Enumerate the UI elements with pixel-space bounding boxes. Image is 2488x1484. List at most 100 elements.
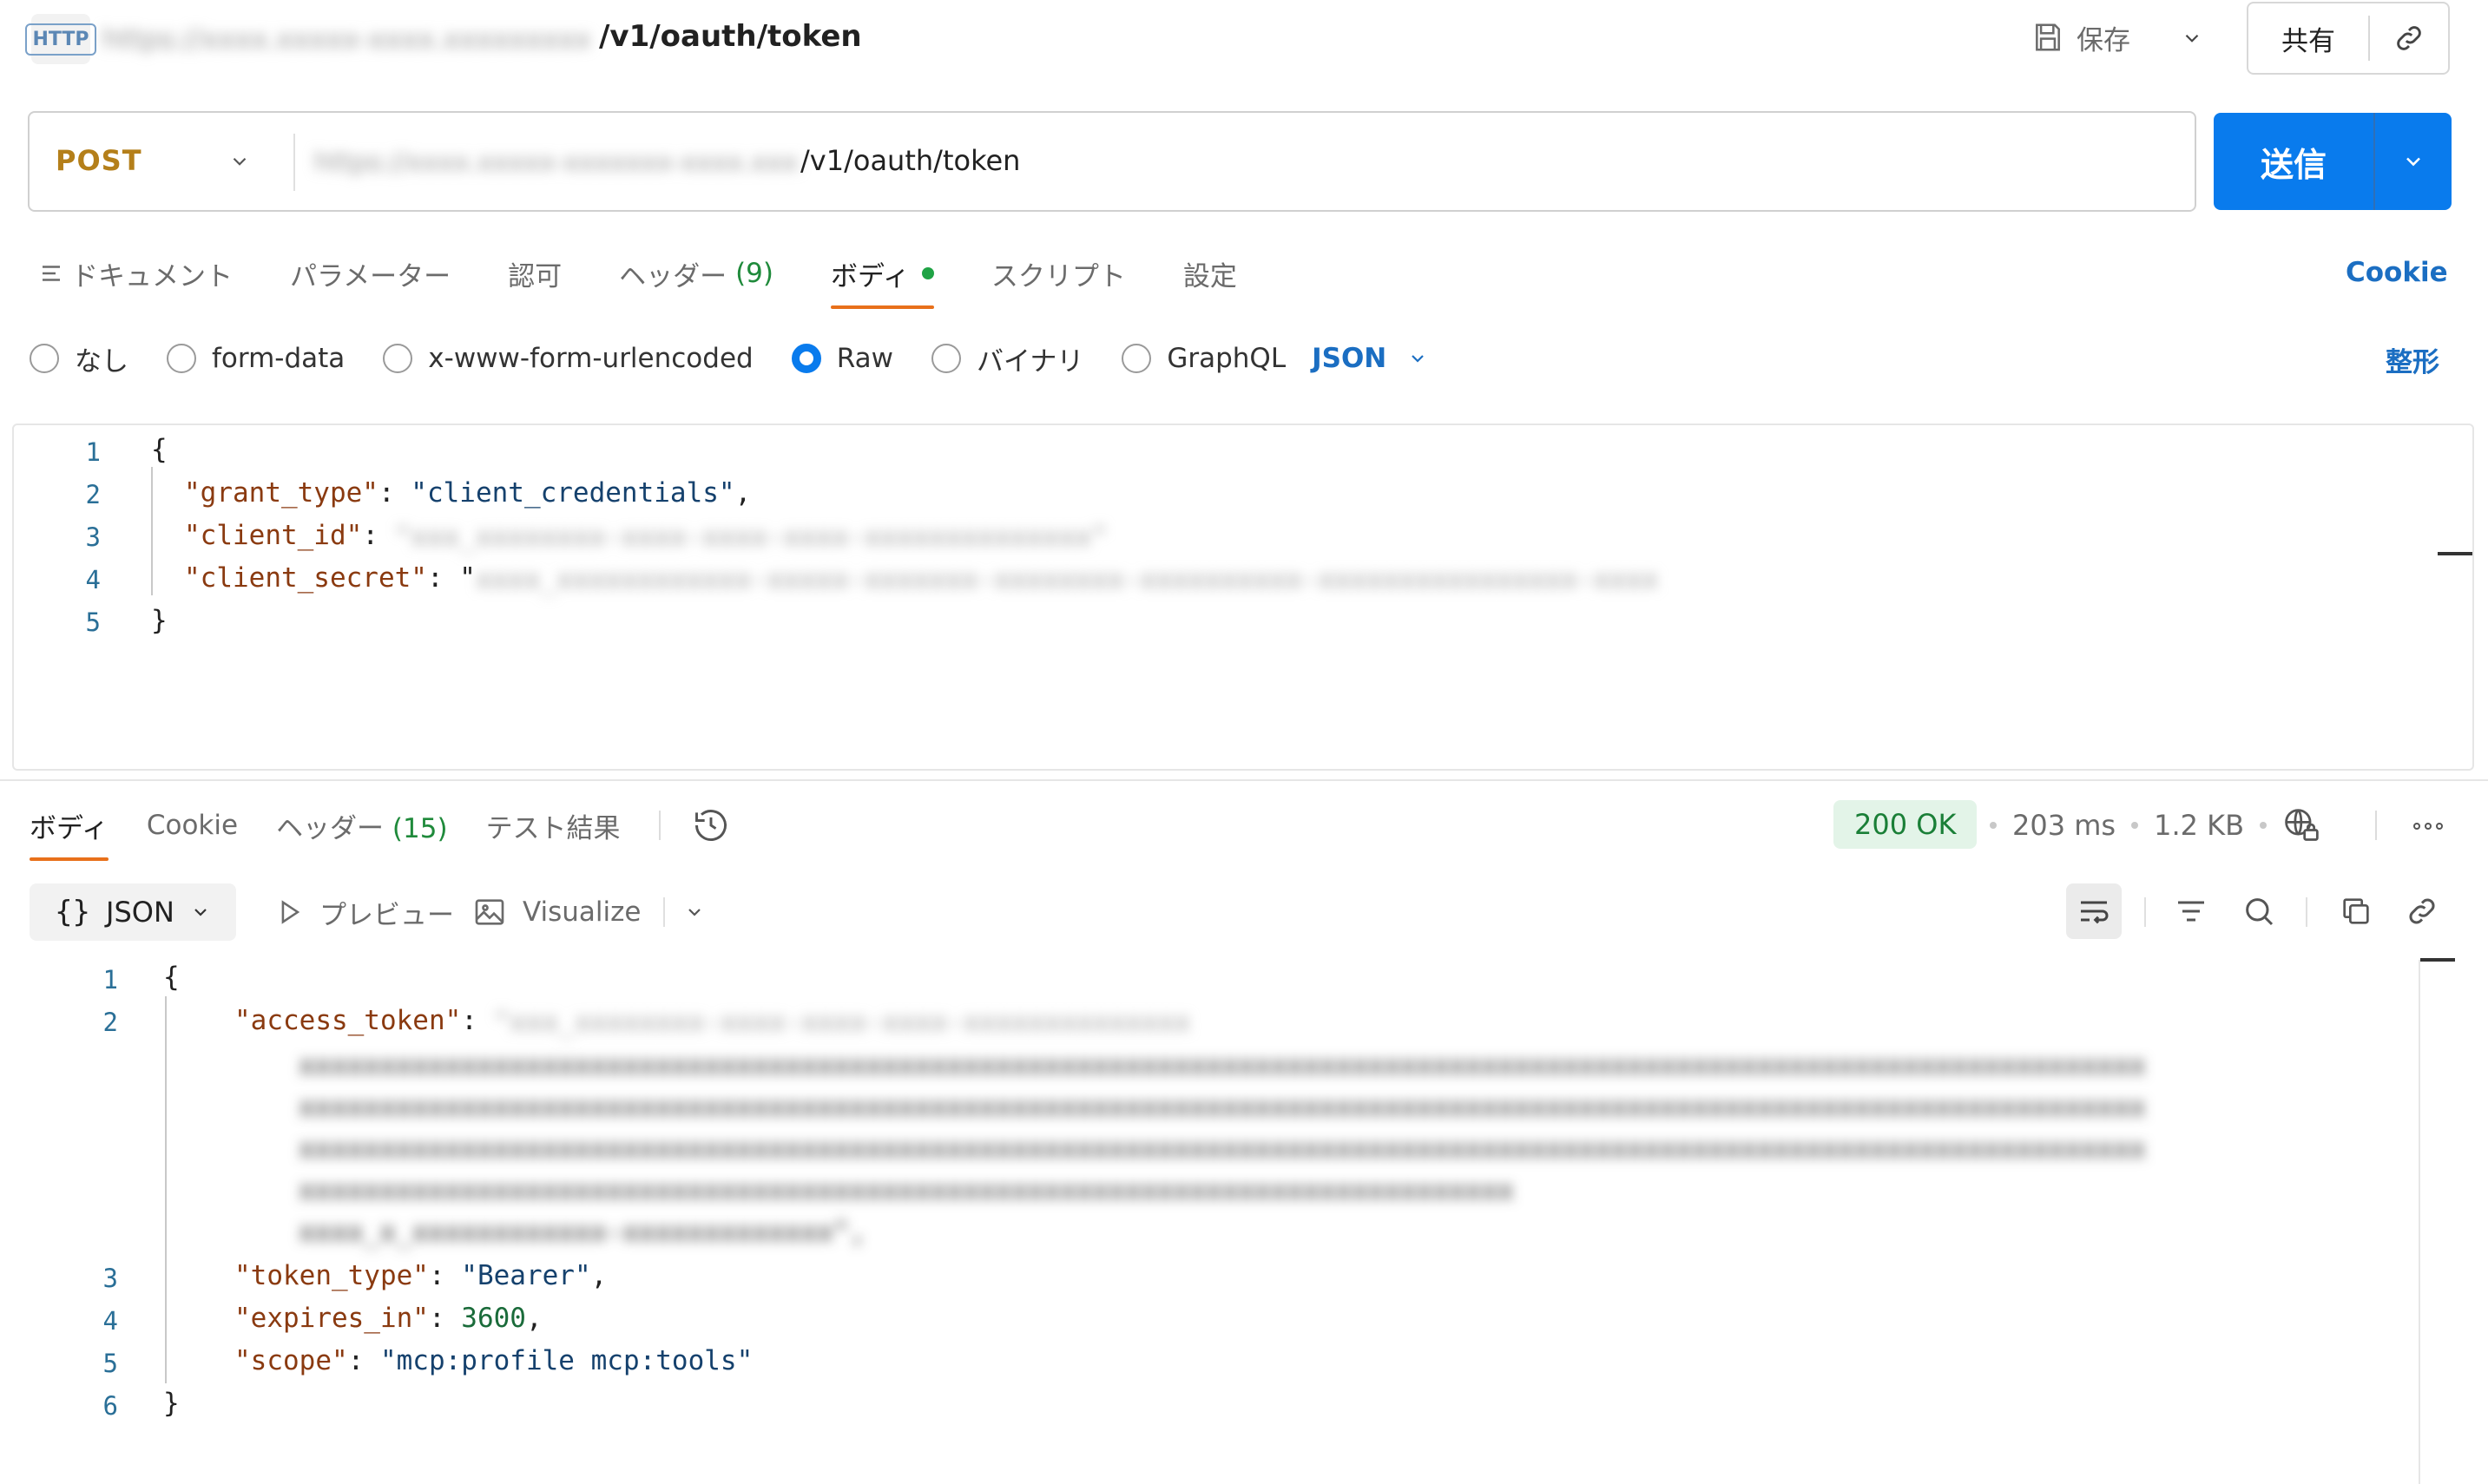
line-number: 1 xyxy=(85,437,101,467)
more-options-button[interactable] xyxy=(2406,809,2450,844)
save-icon xyxy=(2036,23,2060,51)
wrap-lines-icon xyxy=(2081,901,2109,924)
tab-body[interactable]: ボディ xyxy=(831,254,934,309)
method-divider xyxy=(293,134,295,191)
toolbar-divider xyxy=(2144,897,2146,927)
line-number: 1 xyxy=(102,965,118,995)
indent-guide xyxy=(151,467,153,595)
access-token-masked-line: xxxxxxxxxxxxxxxxxxxxxxxxxxxxxxxxxxxxxxxx… xyxy=(299,1175,1514,1206)
share-button[interactable]: 共有 xyxy=(2248,3,2368,73)
tab-docs[interactable]: ドキュメント xyxy=(38,254,233,293)
line-number: 6 xyxy=(102,1391,118,1421)
filter-icon xyxy=(2178,901,2204,922)
tab-headers[interactable]: ヘッダー (9) xyxy=(619,254,773,293)
radio-circle[interactable] xyxy=(30,344,59,373)
history-button[interactable] xyxy=(692,806,730,844)
access-token-masked-line: xxxx_x_xxxxxxxxxxxx-xxxxxxxxxxxxx", xyxy=(299,1217,866,1248)
copy-button[interactable] xyxy=(2328,883,2384,939)
save-options-button[interactable] xyxy=(2175,21,2209,56)
search-button[interactable] xyxy=(2231,883,2287,939)
radio-circle[interactable] xyxy=(1122,344,1152,373)
response-body-viewer[interactable]: 1 2 3 4 5 6 { "access_token": "xxx_xxxxx… xyxy=(0,955,2488,1484)
wrap-lines-button[interactable] xyxy=(2066,883,2122,939)
tab-params[interactable]: パラメーター xyxy=(290,254,451,293)
search-icon xyxy=(2246,898,2274,926)
chevron-down-icon xyxy=(2406,157,2420,167)
json-line-expires-in: "expires_in": 3600, xyxy=(234,1303,543,1334)
chevron-down-icon xyxy=(194,909,207,916)
method-dropdown-button[interactable] xyxy=(222,144,257,179)
request-body-editor[interactable]: 1 2 3 4 5 { "grant_type": "client_creden… xyxy=(12,424,2474,771)
tab-settings[interactable]: 設定 xyxy=(1183,254,1237,293)
response-tab-body[interactable]: ボディ xyxy=(30,806,109,861)
share-group: 共有 xyxy=(2247,2,2450,75)
line-number: 5 xyxy=(102,1349,118,1378)
radio-none[interactable]: なし xyxy=(30,339,128,378)
meta-divider xyxy=(2375,811,2377,840)
response-scrollbar-thumb[interactable] xyxy=(2420,958,2455,962)
preview-button[interactable]: プレビュー xyxy=(274,890,454,934)
more-dot xyxy=(2425,823,2432,830)
send-options-button[interactable] xyxy=(2375,113,2452,210)
separator-dot xyxy=(2260,822,2268,829)
cookies-link[interactable]: Cookie xyxy=(2346,257,2448,288)
request-title-path[interactable]: /v1/oauth/token xyxy=(599,19,862,54)
radio-graphql[interactable]: GraphQL xyxy=(1122,343,1286,374)
line-number: 5 xyxy=(85,607,101,637)
client-secret-masked: xxxx_xxxxxxxxxxxx-xxxxx-xxxxxxx-xxxxxxxx… xyxy=(475,563,1656,595)
radio-urlencoded[interactable]: x-www-form-urlencoded xyxy=(383,343,754,374)
http-method-select[interactable]: POST xyxy=(56,144,142,177)
line-number: 2 xyxy=(85,480,101,509)
radio-binary[interactable]: バイナリ xyxy=(931,339,1083,378)
body-type-selector: なし form-data x-www-form-urlencoded Raw バ… xyxy=(30,337,1428,380)
radio-circle[interactable] xyxy=(383,344,413,373)
response-divider[interactable] xyxy=(0,779,2488,781)
url-input-path[interactable]: /v1/oauth/token xyxy=(800,144,1020,177)
response-tab-tests[interactable]: テスト結果 xyxy=(486,806,621,845)
radio-circle[interactable] xyxy=(167,344,196,373)
chevron-down-icon xyxy=(1412,355,1425,363)
access-token-masked-line: xxxxxxxxxxxxxxxxxxxxxxxxxxxxxxxxxxxxxxxx… xyxy=(299,1133,2146,1165)
radio-raw[interactable]: Raw xyxy=(791,343,893,374)
more-dot xyxy=(2436,823,2443,830)
line-number: 4 xyxy=(85,565,101,594)
json-line-access-token: "access_token": "xxx_xxxxxxxx-xxxx-xxxx-… xyxy=(234,1005,1223,1038)
headers-count: (9) xyxy=(735,258,773,289)
request-title-host-masked[interactable]: https://xxxx.xxxxx-xxxx.xxxxxxxxxxxxxx xyxy=(102,23,589,54)
radio-form-data[interactable]: form-data xyxy=(167,343,345,374)
url-input-host-masked[interactable]: https://xxxx.xxxxx-xxxxxxx-xxxx.xxxxxxxx… xyxy=(314,148,800,179)
response-tab-headers[interactable]: ヘッダー (15) xyxy=(276,806,448,845)
response-scrollbar-track[interactable] xyxy=(2419,960,2420,1484)
status-badge[interactable]: 200 OK xyxy=(1833,800,1978,849)
copy-response-link-button[interactable] xyxy=(2394,883,2450,939)
link-icon xyxy=(2397,26,2421,50)
response-time[interactable]: 203 ms xyxy=(2012,809,2116,842)
json-close-brace: } xyxy=(163,1388,180,1419)
request-editor-scrollbar[interactable] xyxy=(2438,552,2472,555)
line-number: 3 xyxy=(102,1264,118,1293)
raw-format-select[interactable]: JSON xyxy=(1312,343,1428,374)
response-tab-cookie[interactable]: Cookie xyxy=(147,810,238,841)
tab-scripts[interactable]: スクリプト xyxy=(991,254,1126,293)
visualize-divider xyxy=(663,897,665,927)
save-button[interactable]: 保存 xyxy=(2031,16,2130,59)
send-button[interactable]: 送信 xyxy=(2214,113,2373,210)
beautify-button[interactable]: 整形 xyxy=(2386,340,2439,379)
radio-circle-selected[interactable] xyxy=(791,344,821,373)
response-size[interactable]: 1.2 KB xyxy=(2154,809,2244,842)
network-info-button[interactable] xyxy=(2282,806,2320,844)
visualize-button[interactable]: Visualize xyxy=(472,890,642,934)
json-line-client-secret: "client_secret": "xxxx_xxxxxxxxxxxx-xxxx… xyxy=(184,562,1656,595)
line-number: 4 xyxy=(102,1306,118,1336)
copy-link-button[interactable] xyxy=(2370,3,2448,73)
separator-dot xyxy=(2131,822,2139,829)
image-icon xyxy=(475,899,504,925)
radio-circle[interactable] xyxy=(931,344,961,373)
response-format-select[interactable]: {} JSON xyxy=(30,883,236,941)
visualize-options-button[interactable] xyxy=(677,895,712,929)
list-icon xyxy=(43,266,60,281)
tab-auth[interactable]: 認可 xyxy=(508,254,562,293)
json-line-client-id: "client_id": "xxx_xxxxxxxx-xxxx-xxxx-xxx… xyxy=(184,520,1124,553)
indent-guide xyxy=(165,996,167,1383)
filter-button[interactable] xyxy=(2163,883,2219,939)
